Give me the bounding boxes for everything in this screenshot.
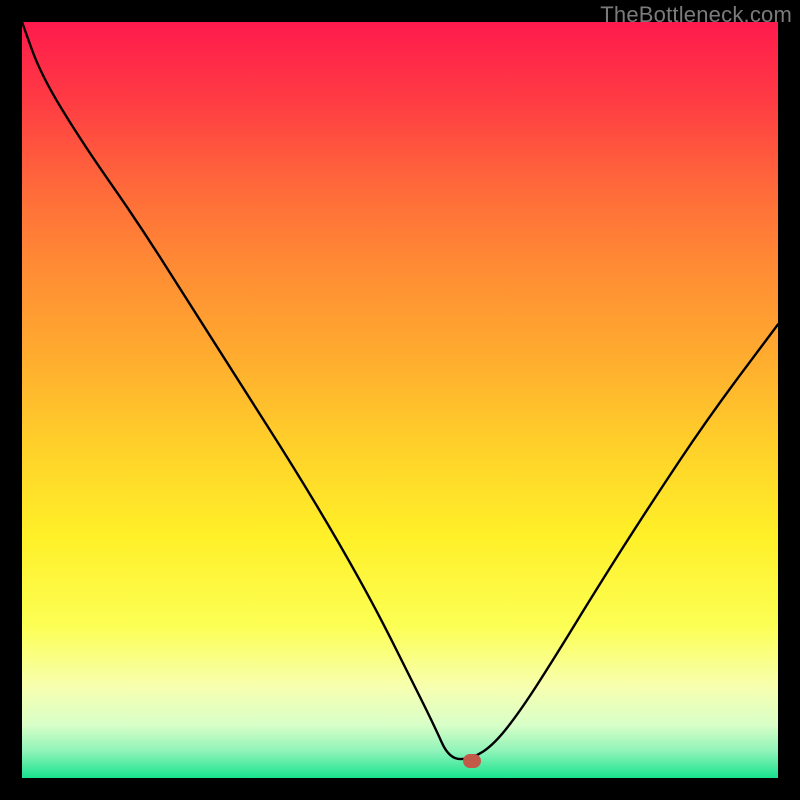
curve-path [22,22,778,759]
chart-plot-area [22,22,778,778]
bottleneck-curve [22,22,778,778]
optimum-marker [463,754,481,768]
chart-frame: TheBottleneck.com [0,0,800,800]
